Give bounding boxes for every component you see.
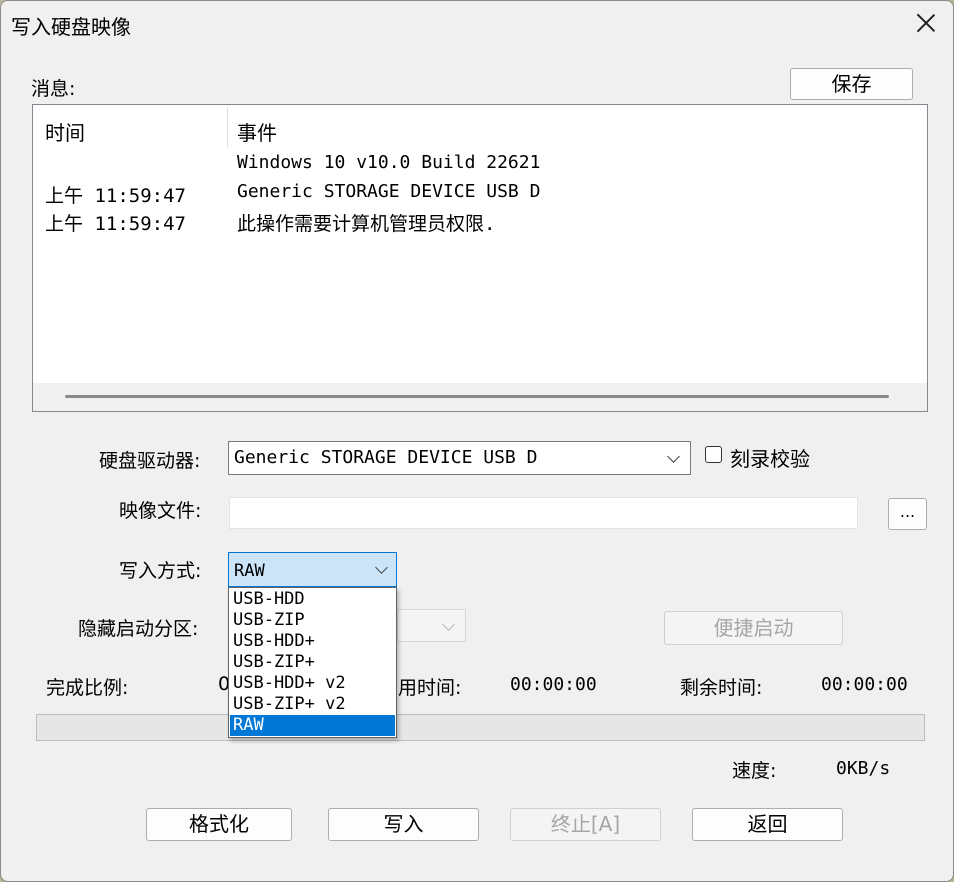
message-log[interactable]: 时间 事件 Windows 10 v10.0 Build 22621 上午 11… [32, 104, 928, 412]
dropdown-option[interactable]: USB-ZIP [230, 610, 395, 631]
abort-button[interactable]: 终止[A] [510, 808, 661, 841]
write-mode-select[interactable]: RAW [228, 552, 397, 587]
dropdown-option[interactable]: USB-HDD+ v2 [230, 673, 395, 694]
hidden-boot-label: 隐藏启动分区: [78, 618, 199, 640]
horizontal-scrollbar[interactable] [33, 383, 927, 411]
verify-checkbox[interactable] [705, 446, 722, 463]
column-header-time[interactable]: 时间 [45, 117, 85, 146]
drive-select-value: Generic STORAGE DEVICE USB D [234, 447, 538, 468]
title-bar: 写入硬盘映像 [1, 1, 953, 47]
hidden-boot-select[interactable] [397, 609, 466, 642]
verify-label[interactable]: 刻录校验 [730, 443, 810, 472]
dropdown-option-selected[interactable]: RAW [230, 715, 395, 736]
speed-label: 速度: [732, 760, 777, 782]
remaining-label: 剩余时间: [680, 677, 763, 699]
remaining-value: 00:00:00 [821, 674, 908, 695]
write-mode-dropdown-list[interactable]: USB-HDD USB-ZIP USB-HDD+ USB-ZIP+ USB-HD… [228, 587, 397, 738]
column-header-event[interactable]: 事件 [237, 117, 277, 146]
dropdown-option[interactable]: USB-ZIP+ v2 [230, 694, 395, 715]
write-mode-value: RAW [234, 561, 265, 581]
dropdown-option[interactable]: USB-ZIP+ [230, 652, 395, 673]
elapsed-value: 00:00:00 [510, 674, 597, 695]
chevron-down-icon [667, 450, 680, 463]
drive-label: 硬盘驱动器: [99, 450, 201, 472]
chevron-down-icon [375, 561, 388, 574]
log-row-event: Windows 10 v10.0 Build 22621 [237, 152, 541, 173]
save-button[interactable]: 保存 [790, 68, 913, 100]
back-button[interactable]: 返回 [692, 808, 843, 841]
drive-select[interactable]: Generic STORAGE DEVICE USB D [228, 441, 691, 475]
log-row-time: 上午 11:59:47 [45, 213, 186, 235]
format-button[interactable]: 格式化 [146, 808, 292, 841]
close-icon[interactable] [903, 7, 947, 41]
progress-bar [36, 714, 925, 741]
column-divider[interactable] [227, 107, 228, 147]
progress-label: 完成比例: [46, 677, 129, 699]
dialog-title: 写入硬盘映像 [11, 15, 131, 39]
scrollbar-thumb[interactable] [65, 395, 889, 398]
speed-value: 0KB/s [836, 758, 891, 779]
chevron-down-icon [442, 618, 455, 631]
dropdown-option[interactable]: USB-HDD+ [230, 631, 395, 652]
dropdown-option[interactable]: USB-HDD [230, 589, 395, 610]
image-file-label: 映像文件: [119, 500, 202, 522]
write-mode-label: 写入方式: [119, 560, 202, 582]
log-row-event: Generic STORAGE DEVICE USB D [237, 181, 541, 202]
log-row-event: 此操作需要计算机管理员权限. [237, 213, 496, 235]
browse-button[interactable]: ... [888, 498, 927, 530]
image-file-input[interactable] [229, 497, 858, 529]
elapsed-label: 用时间: [398, 677, 462, 699]
write-button[interactable]: 写入 [328, 808, 479, 841]
write-disk-image-dialog: 写入硬盘映像 消息: 保存 时间 事件 Windows 10 v10.0 Bui… [0, 0, 954, 882]
quick-boot-button[interactable]: 便捷启动 [664, 611, 843, 645]
messages-label: 消息: [31, 78, 76, 100]
log-row-time: 上午 11:59:47 [45, 185, 186, 207]
